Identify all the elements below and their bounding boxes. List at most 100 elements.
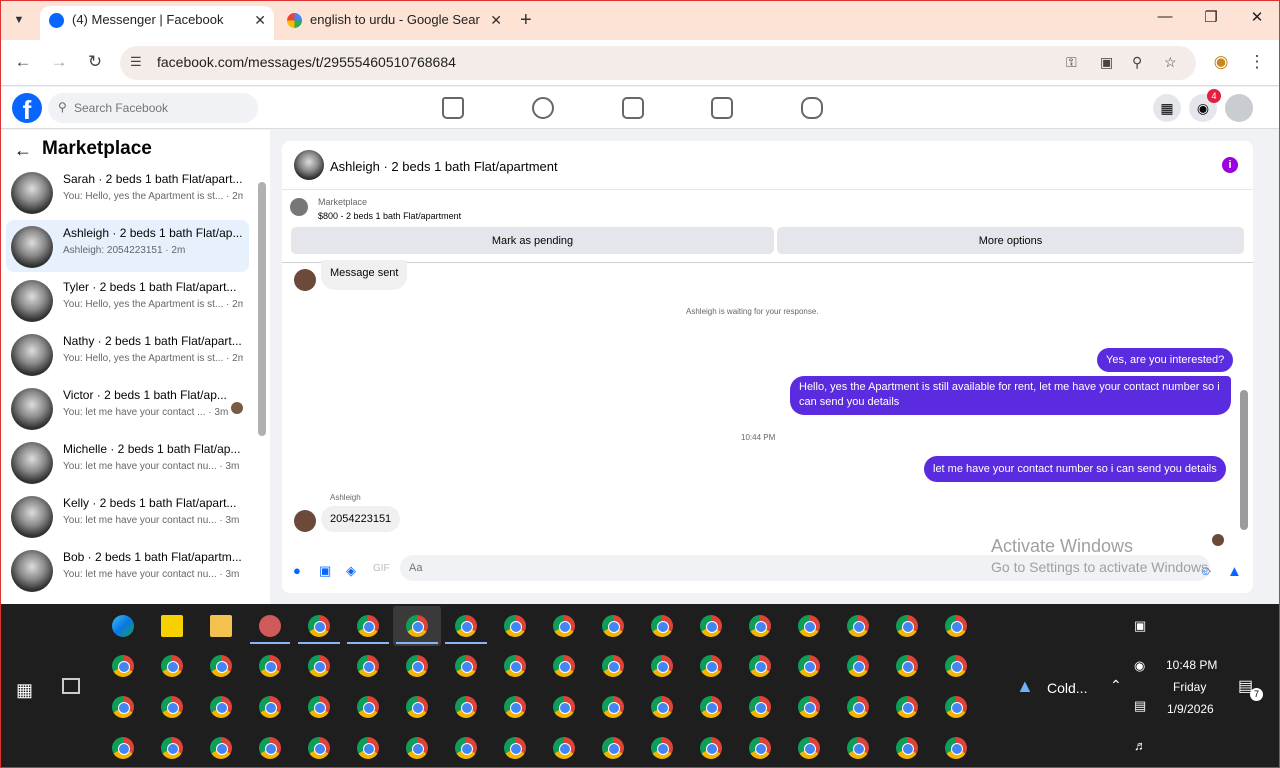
chrome-icon[interactable] bbox=[112, 696, 134, 718]
bookmark-star-icon[interactable]: ☆ bbox=[1164, 54, 1177, 71]
chrome-icon[interactable] bbox=[357, 696, 379, 718]
chrome-icon[interactable] bbox=[259, 655, 281, 677]
clock-date[interactable]: 1/9/2026 bbox=[1167, 702, 1214, 716]
conversation-item[interactable]: Nathy · 2 beds 1 bath Flat/apart... You:… bbox=[6, 328, 249, 380]
chrome-icon[interactable] bbox=[700, 615, 722, 637]
chrome-icon[interactable] bbox=[798, 696, 820, 718]
chrome-icon[interactable] bbox=[308, 655, 330, 677]
show-hidden-icons-chevron[interactable]: ⌃ bbox=[1110, 677, 1122, 694]
listing-thumbnail[interactable] bbox=[290, 198, 308, 216]
chrome-icon[interactable] bbox=[161, 655, 183, 677]
menu-grid-icon[interactable]: ▦ bbox=[1153, 94, 1181, 122]
chrome-icon[interactable] bbox=[945, 737, 967, 759]
install-app-icon[interactable]: ▣ bbox=[1100, 54, 1113, 71]
chrome-icon[interactable] bbox=[847, 696, 869, 718]
restore-icon[interactable]: ❐ bbox=[1200, 8, 1222, 26]
chrome-icon[interactable] bbox=[945, 655, 967, 677]
chat-scrollbar[interactable] bbox=[1240, 390, 1248, 530]
sticky-notes-icon[interactable] bbox=[161, 615, 183, 637]
chrome-icon[interactable] bbox=[651, 696, 673, 718]
conversation-item[interactable]: Bob · 2 beds 1 bath Flat/apartm... You: … bbox=[6, 544, 249, 596]
clock-day[interactable]: Friday bbox=[1173, 680, 1206, 694]
chrome-icon[interactable] bbox=[161, 737, 183, 759]
close-tab-icon[interactable]: ✕ bbox=[254, 6, 266, 34]
minimize-icon[interactable]: — bbox=[1154, 8, 1176, 25]
info-icon[interactable]: i bbox=[1222, 157, 1238, 173]
chrome-icon[interactable] bbox=[308, 615, 330, 637]
reload-icon[interactable]: ↻ bbox=[84, 52, 106, 72]
conversation-item[interactable]: Ashleigh · 2 beds 1 bath Flat/ap... Ashl… bbox=[6, 220, 249, 272]
sticker-icon[interactable]: ◈ bbox=[346, 563, 356, 579]
chrome-icon[interactable] bbox=[798, 615, 820, 637]
key-icon[interactable]: ⚿ bbox=[1066, 54, 1077, 71]
conversation-item[interactable]: Michelle · 2 beds 1 bath Flat/ap... You:… bbox=[6, 436, 249, 488]
chrome-icon[interactable] bbox=[602, 615, 624, 637]
chrome-icon[interactable] bbox=[847, 737, 869, 759]
chrome-icon[interactable] bbox=[357, 615, 379, 637]
chrome-icon[interactable] bbox=[798, 655, 820, 677]
more-options-button[interactable]: More options bbox=[777, 227, 1244, 254]
back-arrow-icon[interactable]: ← bbox=[12, 52, 34, 72]
tab-google-search[interactable]: english to urdu - Google Search ✕ bbox=[278, 6, 510, 40]
camera-icon[interactable]: ◉ bbox=[1134, 658, 1145, 674]
volume-icon[interactable]: ♬ bbox=[1134, 738, 1147, 753]
mark-as-pending-button[interactable]: Mark as pending bbox=[291, 227, 774, 254]
chrome-icon[interactable] bbox=[945, 696, 967, 718]
chrome-icon[interactable] bbox=[553, 615, 575, 637]
chrome-icon[interactable] bbox=[161, 696, 183, 718]
edge-icon[interactable] bbox=[112, 615, 134, 637]
chrome-icon[interactable] bbox=[700, 655, 722, 677]
chrome-icon[interactable] bbox=[602, 696, 624, 718]
chrome-icon[interactable] bbox=[553, 655, 575, 677]
chrome-icon[interactable] bbox=[455, 655, 477, 677]
address-bar[interactable]: ☰ facebook.com/messages/t/29555460510768… bbox=[120, 46, 1196, 80]
close-tab-icon[interactable]: ✕ bbox=[490, 6, 502, 34]
home-icon[interactable] bbox=[442, 97, 464, 119]
chrome-icon[interactable] bbox=[357, 655, 379, 677]
conversation-item[interactable]: Victor · 2 beds 1 bath Flat/ap... You: l… bbox=[6, 382, 249, 434]
forward-arrow-icon[interactable]: → bbox=[48, 52, 70, 72]
chrome-icon[interactable] bbox=[553, 737, 575, 759]
chrome-icon[interactable] bbox=[847, 655, 869, 677]
listing-title[interactable]: $800 - 2 beds 1 bath Flat/apartment bbox=[318, 211, 461, 221]
close-window-icon[interactable]: ✕ bbox=[1246, 8, 1268, 26]
chrome-icon[interactable] bbox=[455, 737, 477, 759]
like-thumbs-up-icon[interactable]: ▲ bbox=[1227, 563, 1242, 580]
chrome-icon[interactable] bbox=[504, 615, 526, 637]
facebook-logo-icon[interactable]: f bbox=[12, 93, 42, 123]
avatar[interactable] bbox=[294, 150, 324, 180]
chrome-icon[interactable] bbox=[504, 655, 526, 677]
chrome-icon[interactable] bbox=[798, 737, 820, 759]
chrome-icon[interactable] bbox=[259, 696, 281, 718]
app-icon[interactable] bbox=[259, 615, 281, 637]
chrome-icon[interactable] bbox=[553, 696, 575, 718]
chrome-icon[interactable] bbox=[651, 737, 673, 759]
profile-icon[interactable]: ◉ bbox=[1210, 52, 1232, 72]
chrome-icon[interactable] bbox=[406, 696, 428, 718]
chrome-icon[interactable] bbox=[651, 615, 673, 637]
microphone-icon[interactable]: ● bbox=[293, 563, 301, 578]
chrome-icon[interactable] bbox=[749, 615, 771, 637]
network-icon[interactable]: ▤ bbox=[1134, 698, 1146, 714]
chrome-icon[interactable] bbox=[749, 737, 771, 759]
chrome-icon[interactable] bbox=[945, 615, 967, 637]
search-input[interactable] bbox=[74, 98, 244, 118]
tab-search-button[interactable]: ▼ bbox=[8, 9, 30, 31]
chrome-icon[interactable] bbox=[651, 655, 673, 677]
file-explorer-icon[interactable] bbox=[210, 615, 232, 637]
chrome-icon[interactable] bbox=[210, 696, 232, 718]
conversation-item[interactable]: Tyler · 2 beds 1 bath Flat/apart... You:… bbox=[6, 274, 249, 326]
chrome-icon[interactable] bbox=[602, 737, 624, 759]
menu-dots-icon[interactable]: ⋮ bbox=[1246, 52, 1268, 72]
chrome-icon[interactable] bbox=[896, 696, 918, 718]
chat-title[interactable]: Ashleigh · 2 beds 1 bath Flat/apartment bbox=[330, 159, 558, 174]
conversation-item[interactable]: Sarah · 2 beds 1 bath Flat/apart... You:… bbox=[6, 166, 249, 218]
photo-icon[interactable]: ▣ bbox=[319, 563, 331, 579]
tab-messenger[interactable]: (4) Messenger | Facebook ✕ bbox=[40, 6, 274, 40]
video-icon[interactable] bbox=[622, 97, 644, 119]
thermometer-icon[interactable]: ▲ bbox=[1016, 676, 1034, 697]
zoom-icon[interactable]: ⚲ bbox=[1132, 54, 1142, 71]
windows-start-icon[interactable]: ▦ bbox=[16, 680, 33, 701]
chrome-icon[interactable] bbox=[896, 615, 918, 637]
chrome-icon[interactable] bbox=[896, 737, 918, 759]
